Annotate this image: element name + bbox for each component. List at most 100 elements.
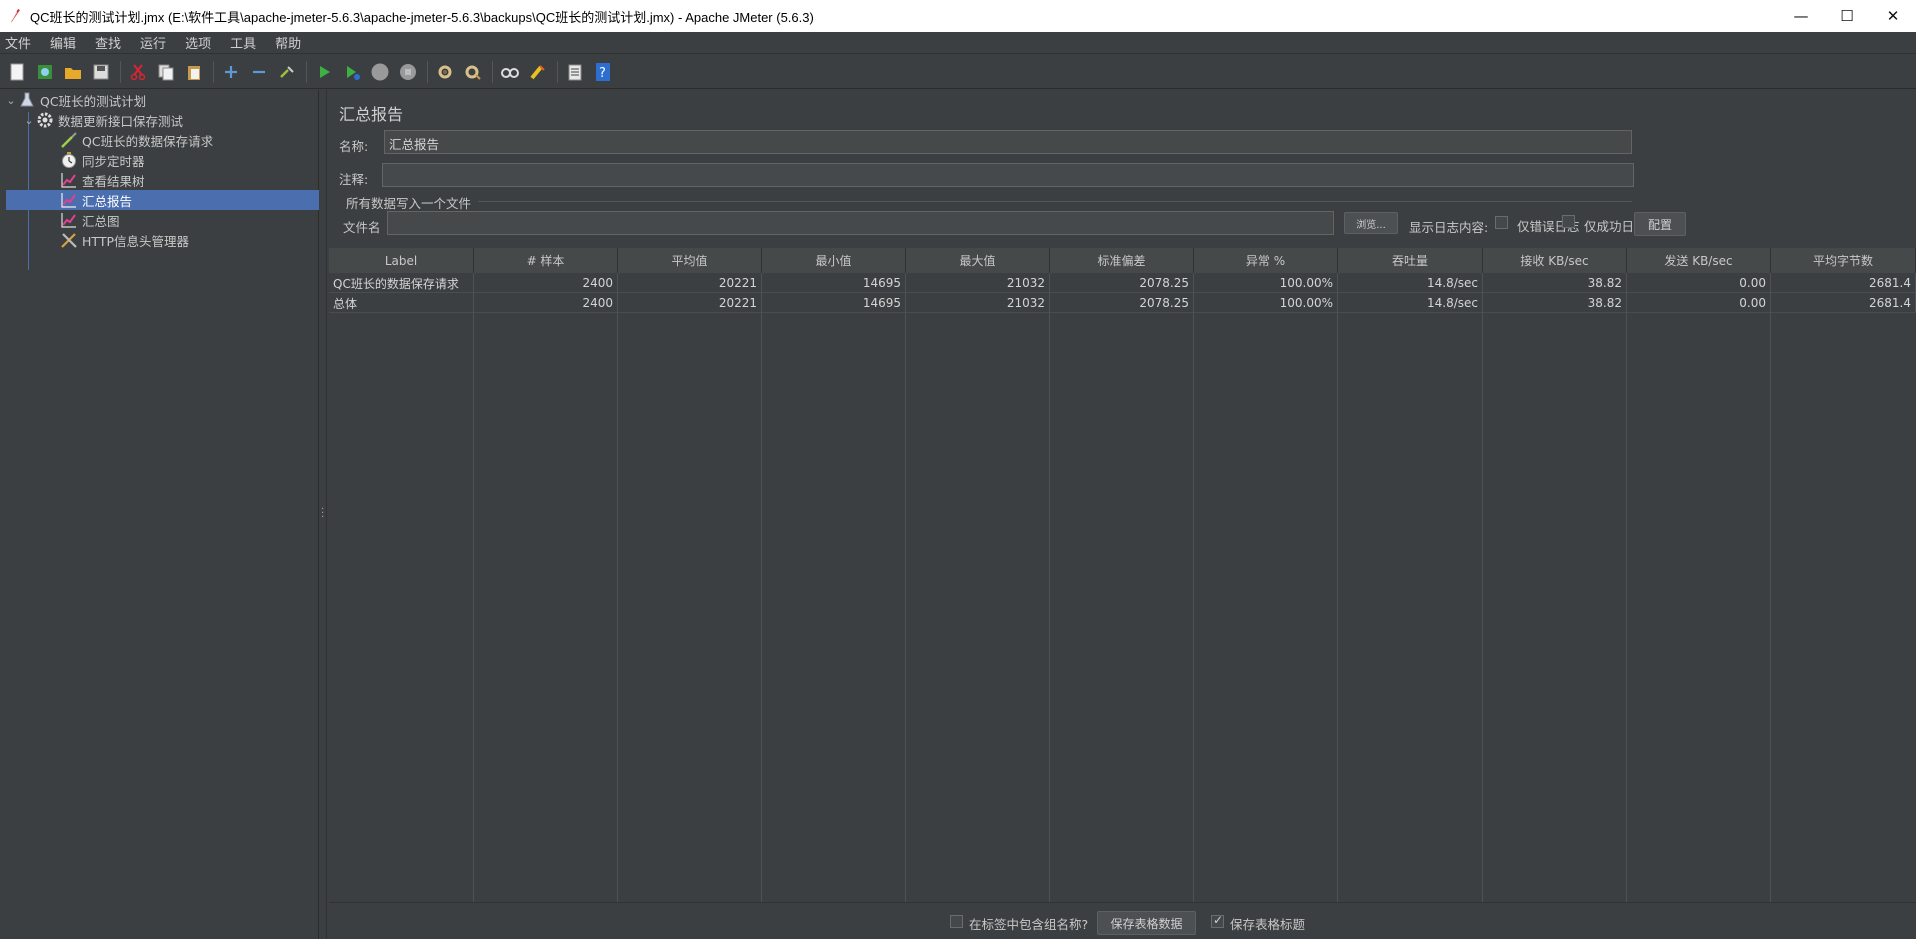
menu-file[interactable]: 文件	[4, 33, 38, 52]
expand-icon[interactable]	[220, 61, 242, 83]
menu-help[interactable]: 帮助	[274, 33, 308, 52]
browse-button[interactable]: 浏览...	[1344, 212, 1398, 234]
tree-item-label: 数据更新接口保存测试	[58, 113, 184, 129]
table-cell: 21032	[906, 273, 1050, 293]
table-header: Label # 样本 平均值 最小值 最大值 标准偏差 异常 % 吞吐量 接收 …	[329, 248, 1916, 273]
function-helper-icon[interactable]	[564, 61, 586, 83]
page-title: 汇总报告	[339, 105, 404, 124]
toggle-icon[interactable]	[276, 61, 298, 83]
name-label: 名称:	[339, 139, 369, 154]
save-table-data-button[interactable]: 保存表格数据	[1097, 911, 1196, 935]
wrench-icon	[60, 231, 78, 249]
tree-item-label: QC班长的测试计划	[40, 93, 147, 109]
menu-edit[interactable]: 编辑	[49, 33, 83, 52]
success-only-checkbox[interactable]	[1562, 215, 1575, 228]
graph-icon	[60, 211, 78, 229]
help-icon[interactable]: ?	[592, 61, 614, 83]
menu-run[interactable]: 运行	[139, 33, 173, 52]
split-pane-divider[interactable]: · · ·	[319, 90, 327, 939]
jmeter-feather-icon	[0, 8, 30, 24]
column-divider	[1626, 273, 1627, 902]
save-table-header-checkbox[interactable]	[1211, 913, 1224, 928]
column-header[interactable]: # 样本	[474, 248, 618, 273]
column-header[interactable]: 发送 KB/sec	[1627, 248, 1771, 273]
collapse-icon[interactable]	[248, 61, 270, 83]
title-bar: QC班长的测试计划.jmx (E:\软件工具\apache-jmeter-5.6…	[0, 0, 1916, 32]
column-header[interactable]: 吞吐量	[1338, 248, 1483, 273]
toolbar-separator	[427, 60, 428, 83]
column-header[interactable]: 接收 KB/sec	[1483, 248, 1627, 273]
tree-item-label: 同步定时器	[82, 153, 145, 169]
close-button[interactable]: ✕	[1870, 0, 1916, 32]
tree-item-header-manager[interactable]: HTTP信息头管理器	[60, 230, 189, 250]
include-group-name-label: 在标签中包含组名称?	[969, 917, 1089, 932]
table-row[interactable]: QC班长的数据保存请求 2400 20221 14695 21032 2078.…	[329, 273, 1916, 293]
stop-icon[interactable]	[369, 61, 391, 83]
tree-item-test-plan[interactable]: ⌄ QC班长的测试计划	[4, 90, 146, 110]
results-table: Label # 样本 平均值 最小值 最大值 标准偏差 异常 % 吞吐量 接收 …	[329, 248, 1916, 902]
timer-icon	[60, 151, 78, 169]
clear-icon[interactable]	[434, 61, 456, 83]
column-header[interactable]: 平均值	[618, 248, 762, 273]
column-header[interactable]: 最小值	[762, 248, 906, 273]
column-header[interactable]: 异常 %	[1194, 248, 1338, 273]
templates-icon[interactable]	[34, 61, 56, 83]
toolbar-separator	[557, 60, 558, 83]
tree-item-summary-report[interactable]: 汇总报告	[6, 190, 319, 210]
column-divider	[761, 273, 762, 902]
include-group-name-checkbox[interactable]	[950, 915, 963, 928]
column-header[interactable]: 标准偏差	[1050, 248, 1194, 273]
table-cell: 38.82	[1483, 293, 1627, 313]
maximize-button[interactable]: ☐	[1824, 0, 1870, 32]
errors-only-checkbox[interactable]	[1495, 216, 1508, 229]
gear-icon	[36, 111, 54, 129]
test-plan-tree: ⌄ QC班长的测试计划 ⌄ 数据更新接口保存测试 QC班长的数据保存请求 同步定…	[0, 90, 319, 939]
paste-icon[interactable]	[183, 61, 205, 83]
menu-tools[interactable]: 工具	[229, 33, 263, 52]
configure-button[interactable]: 配置	[1634, 212, 1686, 236]
column-divider	[617, 273, 618, 902]
tree-item-aggregate-graph[interactable]: 汇总图	[60, 210, 120, 230]
column-divider	[1049, 273, 1050, 902]
menu-options[interactable]: 选项	[184, 33, 218, 52]
save-icon[interactable]	[90, 61, 112, 83]
tree-item-label: 汇总图	[82, 213, 120, 229]
tree-item-label: HTTP信息头管理器	[82, 233, 189, 249]
tree-item-label: 汇总报告	[82, 193, 133, 209]
clear-all-icon[interactable]	[462, 61, 484, 83]
shutdown-icon[interactable]	[397, 61, 419, 83]
cut-icon[interactable]	[127, 61, 149, 83]
tree-item-view-results-tree[interactable]: 查看结果树	[60, 170, 145, 190]
start-icon[interactable]	[313, 61, 335, 83]
file-group-label: 所有数据写入一个文件	[346, 196, 472, 211]
chevron-down-icon[interactable]: ⌄	[22, 114, 36, 127]
start-no-pause-icon[interactable]	[341, 61, 363, 83]
toolbar-separator	[306, 60, 307, 83]
toolbar-separator	[120, 60, 121, 83]
table-cell: 2681.4	[1771, 273, 1916, 293]
column-header[interactable]: Label	[329, 248, 474, 273]
reset-search-icon[interactable]	[527, 61, 549, 83]
open-icon[interactable]	[62, 61, 84, 83]
new-icon[interactable]	[6, 61, 28, 83]
name-field[interactable]: 汇总报告	[384, 130, 1632, 154]
graph-icon	[60, 191, 78, 209]
drag-handle-icon[interactable]: · · ·	[321, 505, 324, 523]
minimize-button[interactable]: —	[1778, 0, 1824, 32]
copy-icon[interactable]	[155, 61, 177, 83]
table-cell: 20221	[618, 273, 762, 293]
comment-field[interactable]	[382, 163, 1634, 187]
search-icon[interactable]	[499, 61, 521, 83]
tree-item-http-request[interactable]: QC班长的数据保存请求	[60, 130, 213, 150]
column-header[interactable]: 最大值	[906, 248, 1050, 273]
column-header[interactable]: 平均字节数	[1771, 248, 1916, 273]
comment-label: 注释:	[339, 172, 369, 187]
tree-item-sync-timer[interactable]: 同步定时器	[60, 150, 145, 170]
filename-field[interactable]	[387, 211, 1334, 235]
tree-item-thread-group[interactable]: ⌄ 数据更新接口保存测试	[22, 110, 183, 130]
table-row[interactable]: 总体 2400 20221 14695 21032 2078.25 100.00…	[329, 293, 1916, 313]
chevron-down-icon[interactable]: ⌄	[4, 94, 18, 107]
toolbar-separator	[492, 60, 493, 83]
menu-search[interactable]: 查找	[94, 33, 128, 52]
pipette-icon	[60, 131, 78, 149]
